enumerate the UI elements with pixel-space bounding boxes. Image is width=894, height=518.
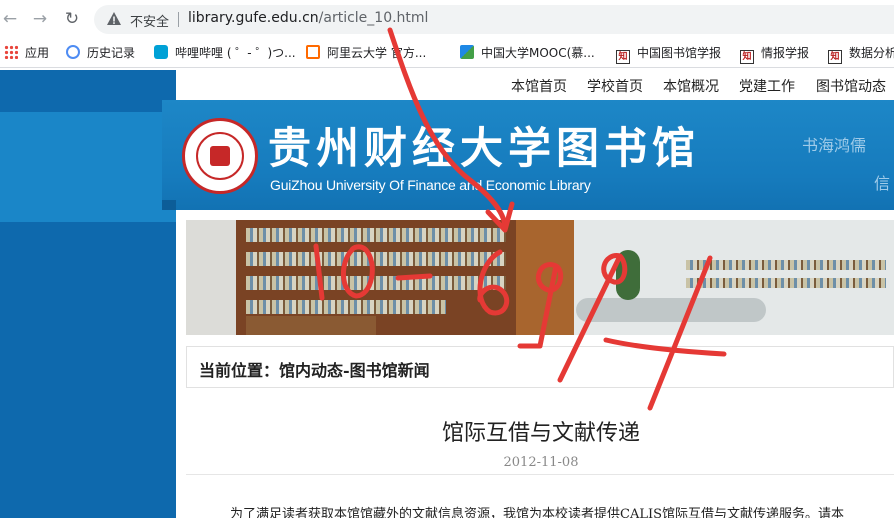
article-date: 2012-11-08 bbox=[503, 455, 579, 470]
browser-chrome: ← → ↻ 不安全 library.gufe.edu.cn/article_10… bbox=[0, 0, 894, 70]
browser-toolbar: ← → ↻ 不安全 library.gufe.edu.cn/article_10… bbox=[0, 0, 894, 38]
bookmarks-bar: 应用 历史记录 哔哩哔哩 ( ゜- ゜)つ... 阿里云大学 官方... 中国大… bbox=[0, 38, 894, 68]
banner-slogan-2: 信 bbox=[874, 174, 891, 193]
aliyun-icon bbox=[306, 45, 320, 59]
warning-icon bbox=[107, 12, 121, 25]
banner-slogan: 书海鸿儒 bbox=[802, 136, 867, 155]
left-background-stripe bbox=[0, 112, 176, 222]
bookmark-label: 哔哩哔哩 ( ゜- ゜)つ... bbox=[175, 46, 296, 60]
bookmark-apps[interactable]: 应用 bbox=[4, 44, 49, 62]
url-text[interactable]: library.gufe.edu.cn/article_10.html bbox=[188, 10, 428, 26]
nav-library-news[interactable]: 图书馆动态 bbox=[816, 76, 886, 96]
apps-grid-icon bbox=[4, 45, 18, 59]
zhiwang-icon: 知 bbox=[616, 50, 630, 64]
bookmark-label: 数据分析 bbox=[849, 46, 894, 60]
address-bar[interactable]: 不安全 library.gufe.edu.cn/article_10.html bbox=[94, 5, 894, 34]
mooc-icon bbox=[460, 45, 474, 59]
address-separator bbox=[178, 12, 179, 27]
arrow-left-icon: ← bbox=[2, 9, 18, 29]
library-name-cn: 贵州财经大学图书馆 bbox=[268, 124, 700, 174]
bookmark-label: 中国图书馆学报 bbox=[637, 46, 722, 60]
article-title: 馆际互借与文献传递 bbox=[441, 421, 640, 446]
nav-overview[interactable]: 本馆概况 bbox=[663, 76, 719, 96]
bookmark-journal-info[interactable]: 知情报学报 bbox=[740, 44, 810, 64]
banner-fold bbox=[162, 200, 176, 210]
article-body: 为了满足读者获取本馆馆藏外的文献信息资源，我馆为本校读者提供CALIS馆际互借与… bbox=[230, 507, 845, 518]
web-page: 本馆首页 学校首页 本馆概况 党建工作 图书馆动态 贵州财经大学图书馆 GuiZ… bbox=[0, 70, 894, 518]
zhiwang-icon: 知 bbox=[740, 50, 754, 64]
breadcrumb-bar: 当前位置：馆内动态-图书馆新闻 bbox=[186, 346, 894, 388]
bookmark-label: 应用 bbox=[25, 46, 50, 60]
forward-button[interactable]: → bbox=[30, 9, 50, 29]
top-navigation: 本馆首页 学校首页 本馆概况 党建工作 图书馆动态 bbox=[176, 70, 894, 100]
bookmark-data-analysis[interactable]: 知数据分析 bbox=[828, 44, 894, 64]
library-photo bbox=[186, 220, 894, 335]
bookmark-label: 情报学报 bbox=[761, 46, 810, 60]
university-seal-logo bbox=[182, 118, 258, 194]
breadcrumb[interactable]: 当前位置：馆内动态-图书馆新闻 bbox=[199, 357, 430, 381]
bookmark-aliyun[interactable]: 阿里云大学 官方... bbox=[306, 44, 426, 62]
reload-button[interactable]: ↻ bbox=[62, 9, 82, 29]
bilibili-icon bbox=[154, 45, 168, 59]
back-button[interactable]: ← bbox=[0, 9, 20, 29]
bookmark-label: 阿里云大学 官方... bbox=[327, 46, 427, 60]
bookmark-label: 中国大学MOOC(慕... bbox=[481, 46, 595, 60]
article-divider bbox=[186, 474, 894, 475]
nav-home[interactable]: 本馆首页 bbox=[511, 76, 567, 96]
url-host: library.gufe.edu.cn bbox=[188, 10, 319, 26]
url-path: /article_10.html bbox=[318, 10, 429, 26]
reload-icon: ↻ bbox=[64, 9, 80, 29]
nav-school-home[interactable]: 学校首页 bbox=[587, 76, 643, 96]
not-secure-label[interactable]: 不安全 bbox=[130, 11, 169, 30]
library-name-en: GuiZhou University Of Finance and Econom… bbox=[270, 177, 591, 193]
bookmark-mooc[interactable]: 中国大学MOOC(慕... bbox=[460, 44, 595, 62]
bookmark-bilibili[interactable]: 哔哩哔哩 ( ゜- ゜)つ... bbox=[154, 44, 296, 62]
zhiwang-icon: 知 bbox=[828, 50, 842, 64]
site-banner: 贵州财经大学图书馆 GuiZhou University Of Finance … bbox=[162, 100, 894, 210]
bookmark-label: 历史记录 bbox=[87, 46, 136, 60]
bookmark-journal-library[interactable]: 知中国图书馆学报 bbox=[616, 44, 722, 64]
history-icon bbox=[66, 45, 80, 59]
nav-party-work[interactable]: 党建工作 bbox=[739, 76, 795, 96]
arrow-right-icon: → bbox=[32, 9, 48, 29]
bookmark-history[interactable]: 历史记录 bbox=[66, 44, 135, 62]
